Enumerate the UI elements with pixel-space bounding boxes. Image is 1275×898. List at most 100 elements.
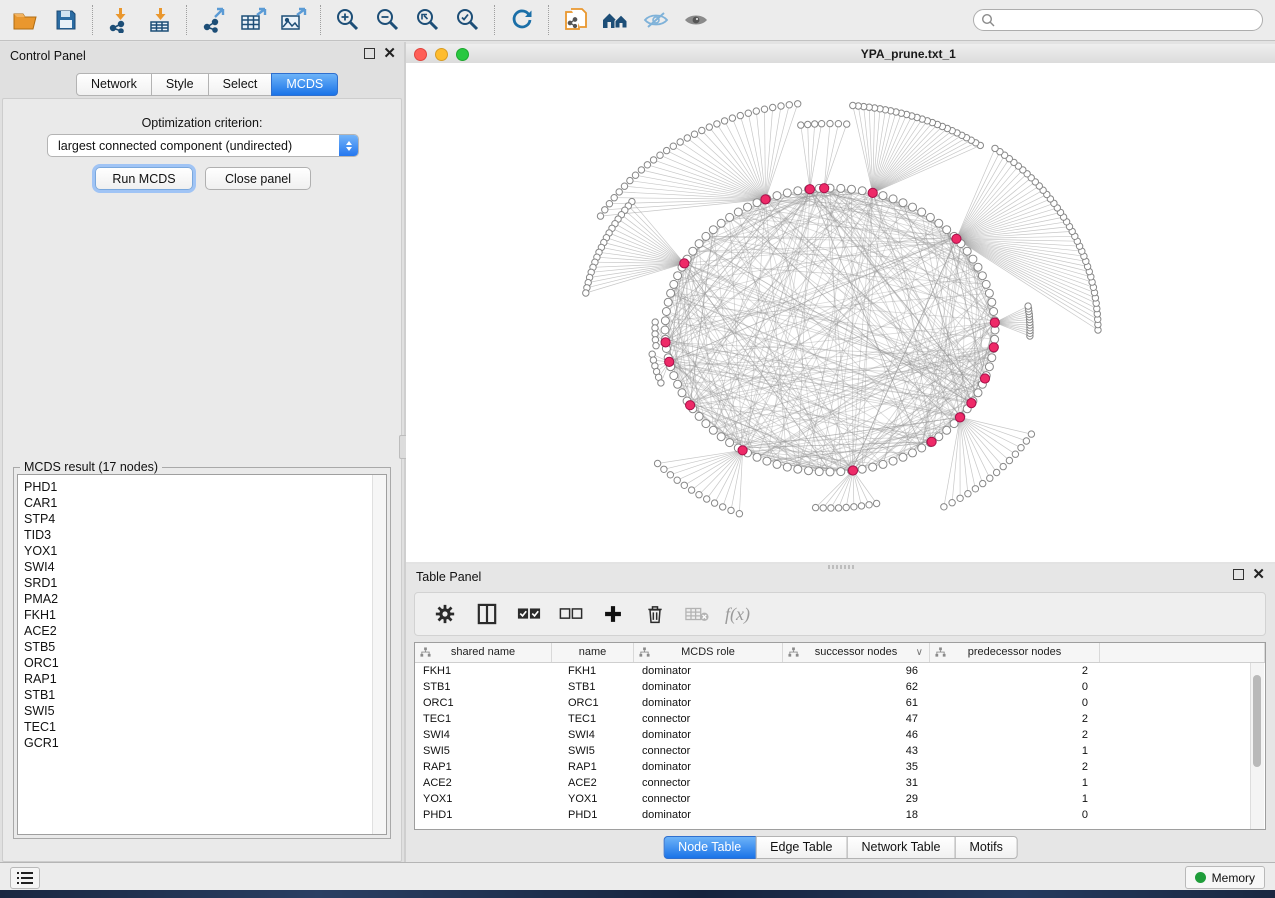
zoom-in-button[interactable] [328, 3, 368, 37]
tab-network-table[interactable]: Network Table [847, 836, 956, 859]
table-row[interactable]: RAP1RAP1dominator352 [415, 759, 1265, 775]
list-item[interactable]: STB1 [18, 687, 372, 703]
clone-network-button[interactable] [556, 3, 596, 37]
table-row[interactable]: YOX1YOX1connector291 [415, 791, 1265, 807]
list-item[interactable]: PMA2 [18, 591, 372, 607]
zoom-selected-icon [455, 7, 481, 33]
optimization-criterion-select[interactable]: largest connected component (undirected) [47, 134, 359, 157]
tab-node-table[interactable]: Node Table [663, 836, 756, 859]
add-column-button[interactable] [599, 600, 627, 628]
close-panel-icon[interactable]: ✕ [383, 48, 396, 59]
table-row[interactable]: ORC1ORC1dominator610 [415, 695, 1265, 711]
maximize-window-icon[interactable] [456, 48, 469, 61]
list-item[interactable]: SRD1 [18, 575, 372, 591]
list-item[interactable]: TEC1 [18, 719, 372, 735]
list-item[interactable]: STB5 [18, 639, 372, 655]
close-panel-icon[interactable]: ✕ [1252, 569, 1265, 580]
list-scrollbar[interactable] [372, 475, 386, 834]
open-session-button[interactable] [6, 3, 46, 37]
sitemap-icon [639, 647, 650, 658]
table-settings-button[interactable] [431, 600, 459, 628]
search-input[interactable] [1000, 12, 1262, 28]
column-header-mcds-role[interactable]: MCDS role [634, 643, 783, 662]
column-header-successor-nodes[interactable]: successor nodes ∨ [783, 643, 930, 662]
table-row[interactable]: SWI4SWI4dominator462 [415, 727, 1265, 743]
memory-status-icon [1195, 872, 1206, 883]
mcds-result-group: MCDS result (17 nodes) PHD1 CAR1 STP4 TI… [13, 467, 391, 839]
list-item[interactable]: ORC1 [18, 655, 372, 671]
search-box [973, 9, 1263, 31]
tab-style[interactable]: Style [151, 73, 209, 96]
table-scrollbar[interactable] [1250, 663, 1264, 829]
table-toolbar: f(x) [414, 592, 1266, 636]
horizontal-splitter-grip[interactable] [828, 565, 854, 569]
run-mcds-button[interactable]: Run MCDS [95, 167, 193, 190]
list-item[interactable]: CAR1 [18, 495, 372, 511]
delete-table-icon [685, 605, 709, 623]
tab-network[interactable]: Network [76, 73, 152, 96]
select-all-button[interactable] [515, 600, 543, 628]
tab-motifs[interactable]: Motifs [954, 836, 1017, 859]
table-row[interactable]: FKH1FKH1dominator962 [415, 663, 1265, 679]
column-header-shared-name[interactable]: shared name [415, 643, 552, 662]
list-item[interactable]: FKH1 [18, 607, 372, 623]
tab-edge-table[interactable]: Edge Table [755, 836, 847, 859]
memory-button[interactable]: Memory [1185, 866, 1265, 889]
list-item[interactable]: YOX1 [18, 543, 372, 559]
mcds-tab-content: Optimization criterion: largest connecte… [2, 98, 402, 862]
hide-selected-button[interactable] [636, 3, 676, 37]
save-session-button[interactable] [46, 3, 86, 37]
optimization-criterion-value: largest connected component (undirected) [48, 139, 339, 153]
checked-boxes-icon [517, 606, 541, 622]
export-network-button[interactable] [194, 3, 234, 37]
first-neighbors-button[interactable] [596, 3, 636, 37]
close-window-icon[interactable] [414, 48, 427, 61]
close-panel-button[interactable]: Close panel [205, 167, 311, 190]
table-row[interactable]: ACE2ACE2connector311 [415, 775, 1265, 791]
export-table-button[interactable] [234, 3, 274, 37]
zoom-fit-button[interactable] [408, 3, 448, 37]
plus-icon [603, 604, 623, 624]
list-item[interactable]: SWI4 [18, 559, 372, 575]
list-item[interactable]: SWI5 [18, 703, 372, 719]
delete-column-button[interactable] [641, 600, 669, 628]
scrollbar-thumb[interactable] [1253, 675, 1261, 767]
minimize-window-icon[interactable] [435, 48, 448, 61]
list-item[interactable]: ACE2 [18, 623, 372, 639]
list-item[interactable]: RAP1 [18, 671, 372, 687]
list-item[interactable]: TID3 [18, 527, 372, 543]
delete-table-button[interactable] [683, 600, 711, 628]
task-history-button[interactable] [10, 867, 40, 889]
list-item[interactable]: PHD1 [18, 479, 372, 495]
export-image-button[interactable] [274, 3, 314, 37]
zoom-selected-button[interactable] [448, 3, 488, 37]
mcds-result-list[interactable]: PHD1 CAR1 STP4 TID3 YOX1 SWI4 SRD1 PMA2 … [17, 474, 387, 835]
import-network-button[interactable] [100, 3, 140, 37]
show-all-button[interactable] [676, 3, 716, 37]
gear-icon [434, 603, 456, 625]
tab-select[interactable]: Select [208, 73, 273, 96]
function-builder-button[interactable]: f(x) [725, 604, 750, 625]
table-header: shared name name MCDS role successor nod… [415, 643, 1265, 663]
refresh-layout-button[interactable] [502, 3, 542, 37]
deselect-all-button[interactable] [557, 600, 585, 628]
zoom-fit-icon [415, 7, 441, 33]
table-row[interactable]: STB1STB1dominator620 [415, 679, 1265, 695]
table-row[interactable]: SWI5SWI5connector431 [415, 743, 1265, 759]
sort-indicator-icon[interactable]: ∨ [916, 643, 923, 662]
tab-mcds[interactable]: MCDS [271, 73, 338, 96]
import-table-button[interactable] [140, 3, 180, 37]
list-item[interactable]: STP4 [18, 511, 372, 527]
network-canvas[interactable] [406, 63, 1275, 562]
list-item[interactable]: GCR1 [18, 735, 372, 751]
float-panel-icon[interactable] [1233, 569, 1244, 580]
column-header-predecessor-nodes[interactable]: predecessor nodes [930, 643, 1100, 662]
table-row[interactable]: TEC1TEC1connector472 [415, 711, 1265, 727]
show-columns-button[interactable] [473, 600, 501, 628]
float-panel-icon[interactable] [364, 48, 375, 59]
column-header-name[interactable]: name [552, 643, 634, 662]
zoom-out-button[interactable] [368, 3, 408, 37]
import-table-icon [147, 7, 173, 33]
table-row[interactable]: PHD1PHD1dominator180 [415, 807, 1265, 823]
optimization-criterion-label: Optimization criterion: [3, 116, 401, 130]
